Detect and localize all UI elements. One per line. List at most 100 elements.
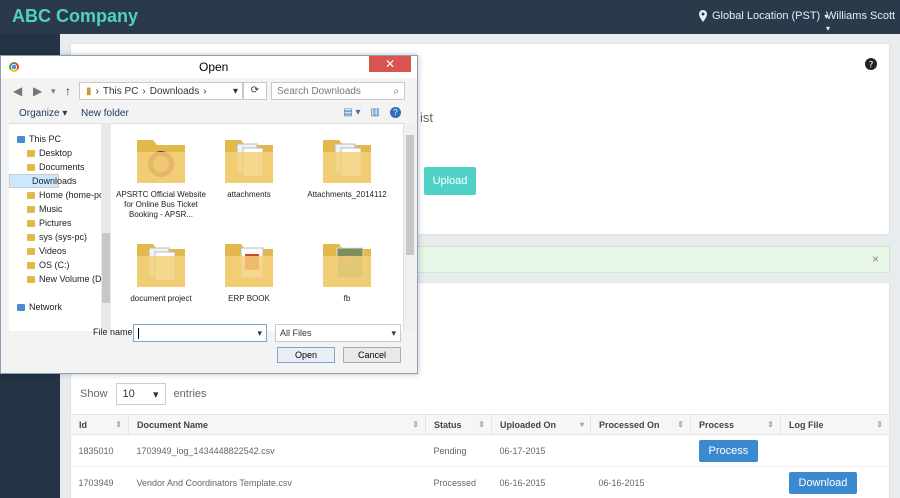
breadcrumb-downloads[interactable]: Downloads bbox=[150, 86, 199, 97]
nav-item-videos[interactable]: Videos bbox=[9, 244, 111, 258]
column-header-log-file[interactable]: Log File ⇕ bbox=[780, 414, 890, 435]
organize-button[interactable]: Organize ▾ bbox=[19, 108, 67, 119]
chevron-down-icon: ▾ bbox=[391, 327, 396, 338]
dialog-close-button[interactable]: ✕ bbox=[369, 56, 411, 72]
file-item-label: ERP BOOK bbox=[228, 294, 270, 303]
view-icons: ▤ ▾ ▥ ? bbox=[343, 107, 401, 118]
breadcrumb-this-pc[interactable]: This PC bbox=[103, 86, 139, 97]
cancel-button[interactable]: Cancel bbox=[343, 347, 401, 363]
nav-item-sys-sys-pc[interactable]: sys (sys-pc) bbox=[9, 230, 111, 244]
network-drive-icon bbox=[27, 233, 35, 241]
breadcrumb-sep: › bbox=[142, 85, 146, 97]
file-item[interactable]: APSRTC Official Website for Online Bus T… bbox=[115, 130, 207, 220]
navigation-pane: This PC Desktop Documents Downloads Home (ho… bbox=[9, 123, 111, 331]
preview-pane-icon[interactable]: ▥ bbox=[371, 107, 380, 118]
cell-id: 1835010 bbox=[70, 434, 129, 467]
search-input[interactable]: Search Downloads ⌕ bbox=[271, 82, 405, 100]
new-folder-button[interactable]: New folder bbox=[81, 108, 129, 119]
header-label: Process bbox=[699, 419, 735, 430]
close-icon[interactable]: × bbox=[872, 252, 879, 266]
nav-item-documents[interactable]: Documents bbox=[9, 160, 111, 174]
file-item-label: document project bbox=[130, 294, 192, 303]
file-item[interactable]: fb bbox=[301, 234, 393, 304]
nav-item-music[interactable]: Music bbox=[9, 202, 111, 216]
open-button[interactable]: Open bbox=[277, 347, 335, 363]
sort-icon: ⇕ bbox=[677, 420, 684, 429]
scrollbar-thumb[interactable] bbox=[406, 135, 414, 255]
up-arrow-icon[interactable]: ↑ bbox=[65, 84, 71, 98]
nav-item-label: Desktop bbox=[39, 148, 73, 158]
upload-button[interactable]: Upload bbox=[424, 167, 476, 195]
file-name-input[interactable]: ▾ bbox=[133, 324, 267, 342]
documents-table: Id ⇕ Document Name ⇕ Status ⇕ Uploaded On ▾ … bbox=[70, 414, 890, 498]
header-label: Processed On bbox=[599, 419, 660, 430]
file-type-select[interactable]: All Files ▾ bbox=[275, 324, 401, 342]
chevron-down-icon: ▾ bbox=[153, 388, 159, 401]
table-row: 1835010 1703949_log_1434448822542.csv Pe… bbox=[70, 434, 890, 467]
nav-item-label: OS (C:) bbox=[39, 260, 70, 270]
cell-processed-on bbox=[590, 434, 691, 467]
drive-icon bbox=[27, 275, 35, 283]
pictures-icon bbox=[27, 219, 35, 227]
file-item[interactable]: ERP BOOK bbox=[203, 234, 295, 304]
card-heading-fragment: ist bbox=[420, 110, 433, 125]
chevron-down-icon[interactable]: ▾ bbox=[257, 328, 262, 339]
back-icon[interactable]: ◀ bbox=[13, 84, 22, 98]
brand-logo[interactable]: ABC Company bbox=[12, 6, 138, 27]
nav-item-downloads[interactable]: Downloads bbox=[9, 174, 77, 188]
dialog-bottom-bar: File name: ▾ All Files ▾ Open Cancel bbox=[1, 322, 417, 374]
file-item-label: attachments bbox=[227, 190, 271, 199]
nav-item-pictures[interactable]: Pictures bbox=[9, 216, 111, 230]
column-header-processed-on[interactable]: Processed On ⇕ bbox=[590, 414, 691, 435]
file-type-value: All Files bbox=[280, 328, 312, 338]
chevron-down-icon[interactable]: ▾ bbox=[233, 86, 238, 97]
nav-item-desktop[interactable]: Desktop bbox=[9, 146, 111, 160]
location-selector[interactable]: Global Location (PST) ▾ bbox=[698, 10, 828, 22]
header-label: Uploaded On bbox=[500, 419, 556, 430]
column-header-status[interactable]: Status ⇕ bbox=[425, 414, 492, 435]
column-header-id[interactable]: Id ⇕ bbox=[70, 414, 129, 435]
navigation-scrollbar[interactable] bbox=[101, 123, 111, 331]
file-item[interactable]: Attachments_2014112 bbox=[301, 130, 393, 200]
entries-value: 10 bbox=[122, 388, 135, 400]
file-list-scrollbar[interactable] bbox=[403, 123, 415, 331]
network-icon bbox=[17, 303, 25, 311]
column-header-document-name[interactable]: Document Name ⇕ bbox=[128, 414, 426, 435]
cell-document-name: 1703949_log_1434448822542.csv bbox=[128, 434, 426, 467]
chevron-down-icon: ▾ bbox=[826, 24, 831, 33]
forward-icon[interactable]: ▶ bbox=[33, 84, 42, 98]
process-button[interactable]: Process bbox=[698, 439, 759, 462]
nav-item-network[interactable]: Network bbox=[9, 300, 111, 314]
chevron-down-icon[interactable]: ▾ bbox=[51, 86, 56, 97]
help-icon[interactable]: ? bbox=[390, 107, 401, 118]
download-button[interactable]: Download bbox=[788, 471, 858, 494]
entries-select[interactable]: 10 ▾ bbox=[115, 383, 166, 405]
address-bar[interactable]: ▮ › This PC › Downloads › ▾ bbox=[79, 82, 243, 100]
file-item-label: Attachments_2014112 bbox=[307, 190, 387, 199]
dialog-title-bar[interactable]: Open ✕ bbox=[1, 56, 417, 78]
column-header-uploaded-on[interactable]: Uploaded On ▾ bbox=[491, 414, 591, 435]
cell-uploaded-on: 06-17-2015 bbox=[491, 434, 591, 467]
nav-item-home-home-pc[interactable]: Home (home-pc bbox=[9, 188, 111, 202]
svg-text:?: ? bbox=[869, 61, 874, 71]
documents-icon bbox=[27, 163, 35, 171]
cell-processed-on: 06-16-2015 bbox=[590, 466, 691, 498]
nav-item-this-pc[interactable]: This PC bbox=[9, 132, 111, 146]
user-menu[interactable]: Williams Scott ▾ bbox=[826, 10, 900, 34]
folder-icon bbox=[323, 244, 371, 287]
chrome-icon bbox=[9, 62, 19, 72]
nav-item-label: sys (sys-pc) bbox=[39, 232, 87, 242]
scrollbar-thumb[interactable] bbox=[102, 233, 110, 303]
nav-item-os-c[interactable]: OS (C:) bbox=[9, 258, 111, 272]
text-caret bbox=[138, 328, 139, 339]
nav-item-label: This PC bbox=[29, 134, 62, 144]
file-item[interactable]: attachments bbox=[203, 130, 295, 200]
file-item[interactable]: document project bbox=[115, 234, 207, 304]
nav-item-new-volume-d[interactable]: New Volume (D:) bbox=[9, 272, 111, 286]
view-options-icon[interactable]: ▤ ▾ bbox=[343, 107, 360, 118]
refresh-icon[interactable]: ⟳ bbox=[243, 82, 267, 100]
sort-icon: ⇕ bbox=[767, 420, 774, 429]
nav-item-label: Network bbox=[29, 302, 63, 312]
help-icon[interactable]: ? bbox=[865, 58, 877, 70]
column-header-process[interactable]: Process ⇕ bbox=[690, 414, 781, 435]
